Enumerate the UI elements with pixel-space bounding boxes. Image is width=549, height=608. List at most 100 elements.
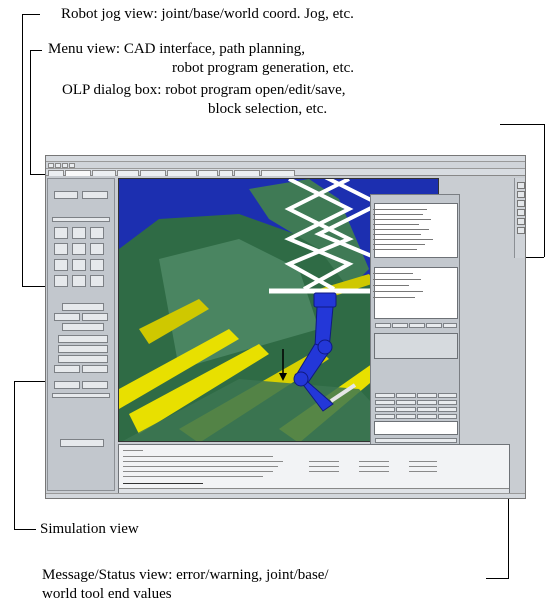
jog-action-button[interactable] xyxy=(82,365,108,373)
jog-action-button[interactable] xyxy=(54,313,80,321)
olp-op-button[interactable] xyxy=(375,414,395,419)
view-tool-icon[interactable] xyxy=(517,227,525,234)
list-line xyxy=(373,209,427,210)
leader-line xyxy=(508,490,509,578)
list-line xyxy=(373,239,433,240)
caption-olp-dialog: OLP dialog box: robot program open/edit/… xyxy=(62,81,346,119)
view-tool-icon[interactable] xyxy=(517,182,525,189)
olp-op-button[interactable] xyxy=(396,400,416,405)
caption-menu-line2: robot program generation, etc. xyxy=(172,60,355,76)
status-row xyxy=(409,471,437,472)
olp-op-button[interactable] xyxy=(417,407,437,412)
status-row xyxy=(359,471,389,472)
leader-line xyxy=(14,529,36,530)
menu-tab[interactable] xyxy=(261,170,295,176)
list-line xyxy=(373,214,423,215)
list-line xyxy=(373,219,431,220)
jog-action-button[interactable] xyxy=(62,303,104,311)
olp-op-button[interactable] xyxy=(375,393,395,398)
jog-button[interactable] xyxy=(90,227,104,239)
jog-button[interactable] xyxy=(72,227,86,239)
list-line xyxy=(373,285,409,286)
leader-line xyxy=(500,124,544,125)
leader-line xyxy=(486,578,509,579)
menu-view-tabs xyxy=(46,169,525,176)
jog-checkbox[interactable] xyxy=(52,393,110,398)
olp-button[interactable] xyxy=(392,323,408,328)
olp-op-button[interactable] xyxy=(417,393,437,398)
olp-op-button[interactable] xyxy=(417,400,437,405)
jog-action-button[interactable] xyxy=(54,365,80,373)
jog-button[interactable] xyxy=(54,243,68,255)
toolbar-button[interactable] xyxy=(55,163,61,168)
olp-op-button[interactable] xyxy=(375,407,395,412)
caption-robot-jog: Robot jog view: joint/base/world coord. … xyxy=(61,6,354,22)
olp-op-button[interactable] xyxy=(438,414,457,419)
olp-block-list[interactable] xyxy=(374,267,458,319)
menu-tab[interactable] xyxy=(140,170,166,176)
jog-button[interactable] xyxy=(72,259,86,271)
jog-mode-button[interactable] xyxy=(54,191,78,199)
menu-tab[interactable] xyxy=(65,170,91,176)
view-tool-icon[interactable] xyxy=(517,209,525,216)
menu-tab[interactable] xyxy=(234,170,260,176)
olp-op-button[interactable] xyxy=(438,400,457,405)
jog-button[interactable] xyxy=(72,243,86,255)
menu-tab[interactable] xyxy=(167,170,197,176)
status-row xyxy=(309,461,339,462)
jog-action-button[interactable] xyxy=(58,345,108,353)
menu-tab[interactable] xyxy=(117,170,139,176)
menu-tab[interactable] xyxy=(219,170,233,176)
message-status-view xyxy=(118,444,510,494)
olp-op-button[interactable] xyxy=(417,414,437,419)
coord-selector[interactable] xyxy=(52,217,110,222)
view-tool-icon[interactable] xyxy=(517,191,525,198)
toolbar-button[interactable] xyxy=(69,163,75,168)
olp-op-button[interactable] xyxy=(396,393,416,398)
toolbar-button[interactable] xyxy=(62,163,68,168)
olp-button[interactable] xyxy=(426,323,442,328)
jog-action-button[interactable] xyxy=(82,381,108,389)
jog-button[interactable] xyxy=(90,259,104,271)
jog-home-button[interactable] xyxy=(60,439,104,447)
olp-op-button[interactable] xyxy=(438,393,457,398)
jog-action-button[interactable] xyxy=(54,381,80,389)
olp-op-button[interactable] xyxy=(396,414,416,419)
jog-button[interactable] xyxy=(72,275,86,287)
menu-tab[interactable] xyxy=(92,170,116,176)
list-line xyxy=(373,273,413,274)
olp-op-button[interactable] xyxy=(396,407,416,412)
view-tool-icon[interactable] xyxy=(517,218,525,225)
status-row xyxy=(123,450,143,451)
jog-button[interactable] xyxy=(54,227,68,239)
olp-op-button[interactable] xyxy=(438,407,457,412)
jog-action-button[interactable] xyxy=(58,335,108,343)
olp-button[interactable] xyxy=(443,323,457,328)
jog-button[interactable] xyxy=(90,275,104,287)
view-tool-icon[interactable] xyxy=(517,200,525,207)
jog-action-button[interactable] xyxy=(82,313,108,321)
jog-button[interactable] xyxy=(90,243,104,255)
caption-menu-line1: Menu view: CAD interface, path planning, xyxy=(48,41,306,57)
menu-tab[interactable] xyxy=(198,170,218,176)
robot-jog-view xyxy=(47,178,115,491)
menu-tab[interactable] xyxy=(48,170,64,176)
olp-bottom-bar[interactable] xyxy=(375,438,457,443)
toolbar-button[interactable] xyxy=(48,163,54,168)
olp-button[interactable] xyxy=(409,323,425,328)
application-window xyxy=(45,155,526,499)
jog-button[interactable] xyxy=(54,259,68,271)
leader-line xyxy=(30,50,31,174)
olp-button[interactable] xyxy=(375,323,391,328)
list-line xyxy=(373,229,429,230)
leader-line xyxy=(22,14,23,286)
jog-mode-button[interactable] xyxy=(82,191,108,199)
olp-op-button[interactable] xyxy=(375,400,395,405)
jog-button[interactable] xyxy=(54,275,68,287)
status-row xyxy=(123,456,273,457)
jog-action-button[interactable] xyxy=(58,355,108,363)
jog-action-button[interactable] xyxy=(62,323,104,331)
caption-olp-line2: block selection, etc. xyxy=(208,101,328,117)
olp-param-table[interactable] xyxy=(374,421,458,435)
list-line xyxy=(373,224,419,225)
